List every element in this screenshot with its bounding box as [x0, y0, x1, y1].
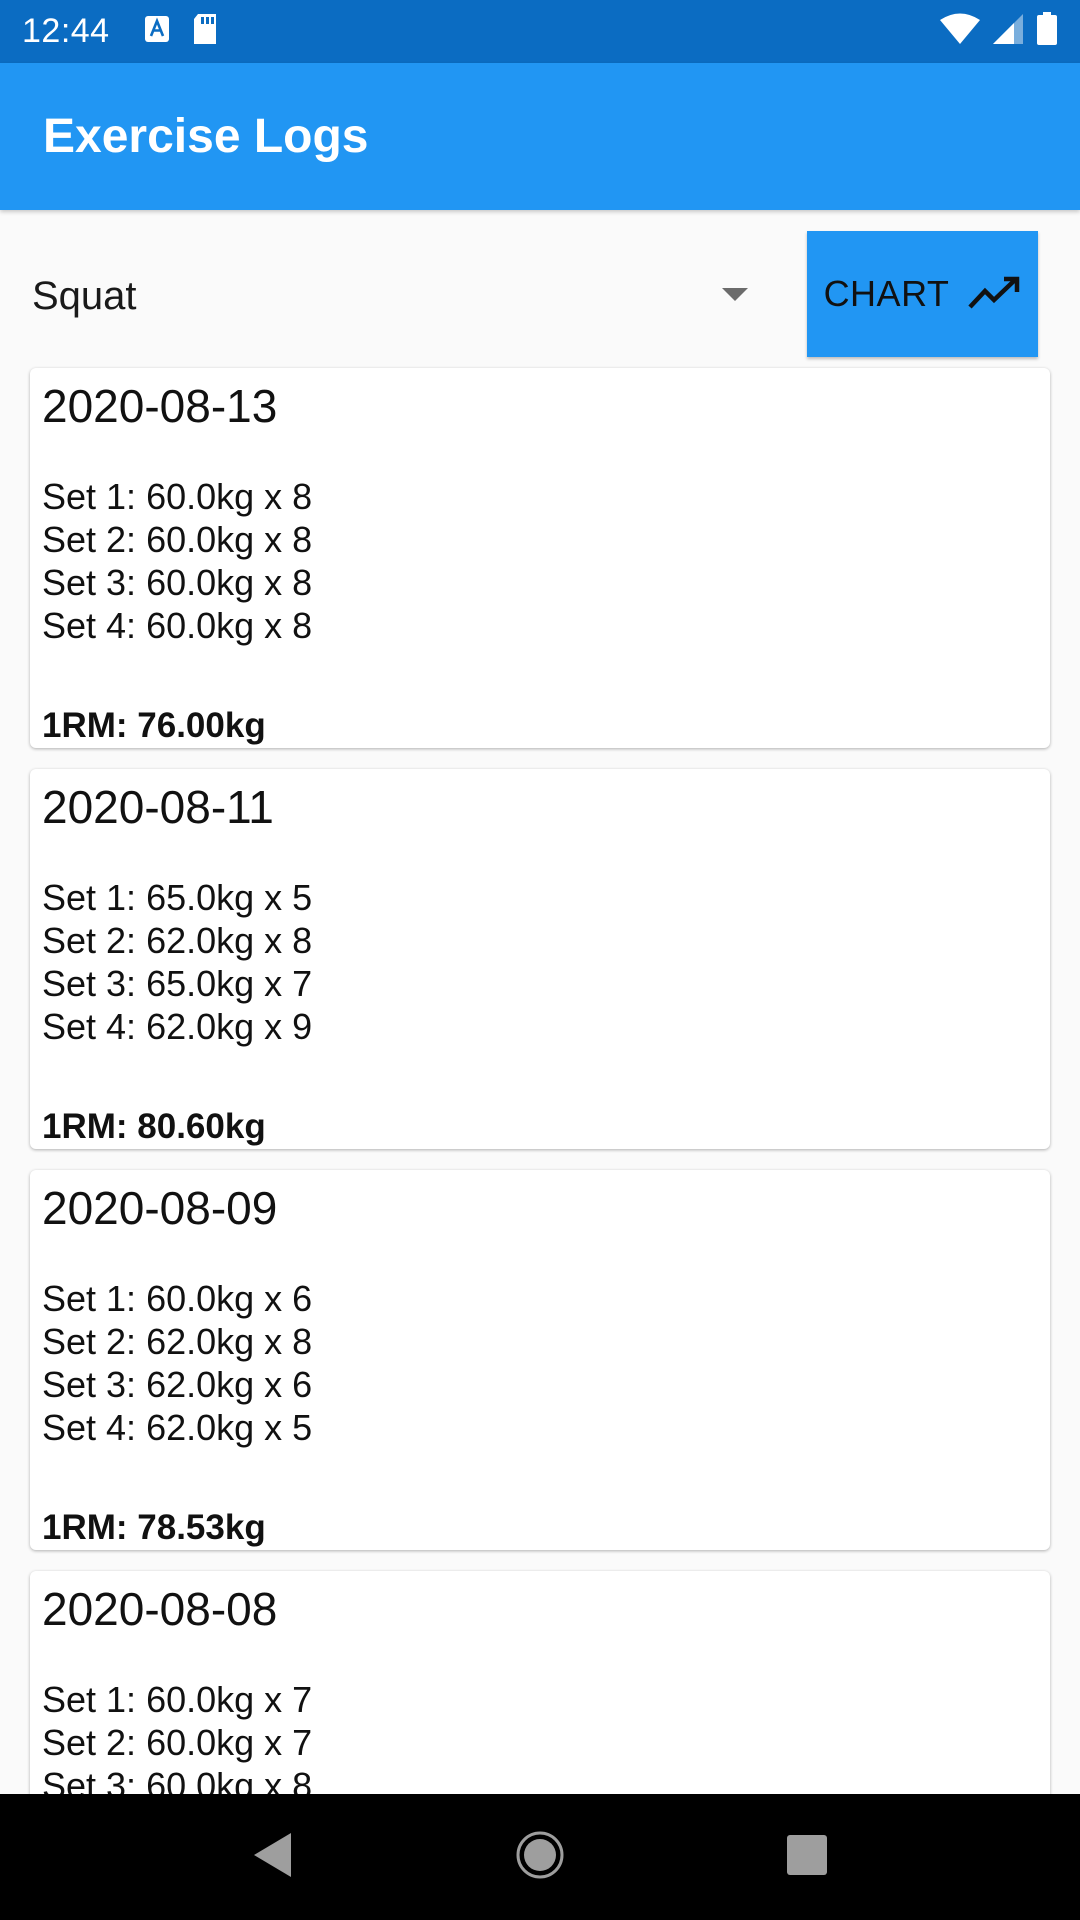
log-card[interactable]: 2020-08-08 Set 1: 60.0kg x 7 Set 2: 60.0… [30, 1571, 1050, 1794]
app-bar: Exercise Logs [0, 63, 1080, 210]
log-card[interactable]: 2020-08-13 Set 1: 60.0kg x 8 Set 2: 60.0… [30, 368, 1050, 748]
chart-button[interactable]: CHART [807, 231, 1038, 357]
log-set: Set 1: 65.0kg x 5 [42, 877, 313, 918]
log-set: Set 1: 60.0kg x 6 [42, 1278, 313, 1319]
status-bar: 12:44 [0, 0, 1080, 63]
log-set: Set 1: 60.0kg x 7 [42, 1679, 313, 1720]
log-sets: Set 1: 65.0kg x 5 Set 2: 62.0kg x 8 Set … [42, 876, 1038, 1048]
battery-icon [1036, 12, 1058, 51]
chart-button-label: CHART [823, 273, 950, 314]
log-set: Set 1: 60.0kg x 8 [42, 476, 313, 517]
log-set: Set 3: 65.0kg x 7 [42, 963, 313, 1004]
log-set: Set 4: 60.0kg x 8 [42, 605, 313, 646]
log-card[interactable]: 2020-08-11 Set 1: 65.0kg x 5 Set 2: 62.0… [30, 769, 1050, 1149]
log-set: Set 2: 60.0kg x 7 [42, 1722, 313, 1763]
recents-button[interactable] [767, 1817, 847, 1897]
navigation-bar [0, 1794, 1080, 1920]
status-time: 12:44 [22, 12, 110, 50]
log-date: 2020-08-08 [42, 1583, 278, 1635]
log-list[interactable]: 2020-08-13 Set 1: 60.0kg x 8 Set 2: 60.0… [0, 360, 1080, 1794]
log-set: Set 3: 60.0kg x 8 [42, 562, 313, 603]
log-set: Set 4: 62.0kg x 9 [42, 1006, 313, 1047]
log-sets: Set 1: 60.0kg x 8 Set 2: 60.0kg x 8 Set … [42, 475, 1038, 647]
recents-icon [786, 1834, 828, 1881]
log-set: Set 2: 62.0kg x 8 [42, 1321, 313, 1362]
back-button[interactable] [233, 1817, 313, 1897]
accessibility-a-icon [144, 15, 170, 48]
log-set: Set 2: 60.0kg x 8 [42, 519, 313, 560]
log-date: 2020-08-11 [42, 781, 274, 833]
wifi-icon [940, 13, 980, 50]
controls-row: Squat CHART [0, 210, 1080, 360]
log-one-rm: 1RM: 78.53kg [42, 1508, 266, 1547]
log-one-rm: 1RM: 76.00kg [42, 706, 266, 745]
log-sets: Set 1: 60.0kg x 7 Set 2: 60.0kg x 7 Set … [42, 1678, 1038, 1794]
log-sets: Set 1: 60.0kg x 6 Set 2: 62.0kg x 8 Set … [42, 1277, 1038, 1449]
log-set: Set 3: 60.0kg x 8 [42, 1765, 313, 1794]
log-set: Set 2: 62.0kg x 8 [42, 920, 313, 961]
log-set: Set 3: 62.0kg x 6 [42, 1364, 313, 1405]
sd-card-icon [192, 13, 218, 50]
log-date: 2020-08-13 [42, 380, 278, 432]
log-set: Set 4: 62.0kg x 5 [42, 1407, 313, 1448]
log-date: 2020-08-09 [42, 1182, 278, 1234]
exercise-selector[interactable]: Squat [32, 260, 752, 332]
back-icon [251, 1831, 295, 1884]
log-card[interactable]: 2020-08-09 Set 1: 60.0kg x 6 Set 2: 62.0… [30, 1170, 1050, 1550]
home-button[interactable] [500, 1817, 580, 1897]
page-title: Exercise Logs [43, 110, 369, 163]
log-one-rm: 1RM: 80.60kg [42, 1107, 266, 1146]
dropdown-arrow-icon [722, 288, 748, 301]
home-icon [515, 1830, 565, 1885]
exercise-selector-value: Squat [32, 273, 137, 318]
trending-up-icon [967, 276, 1021, 313]
cell-signal-icon [992, 13, 1024, 50]
